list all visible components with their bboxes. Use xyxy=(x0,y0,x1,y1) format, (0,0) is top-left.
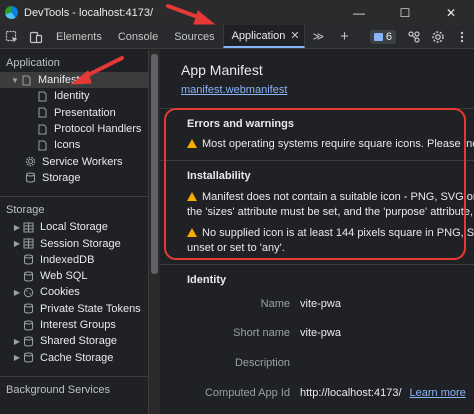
close-tab-icon[interactable]: ✕ xyxy=(290,29,299,42)
section-divider xyxy=(160,264,474,265)
issues-icon xyxy=(373,32,383,41)
sidebar-item-label: Interest Groups xyxy=(40,319,116,331)
sidebar-item-shared-storage[interactable]: ▶ Shared Storage xyxy=(0,333,148,349)
background-services-header: Background Services xyxy=(6,383,110,396)
expand-triangle-icon[interactable]: ▶ xyxy=(12,337,22,346)
sidebar-item-label: Cookies xyxy=(40,286,80,299)
application-section-header: Application xyxy=(6,57,60,69)
devtools-toolbar: Elements Console Sources Application ✕ ≫… xyxy=(0,25,474,49)
more-options-icon[interactable] xyxy=(450,25,474,49)
maximize-button[interactable]: ☐ xyxy=(382,0,428,25)
sidebar-item-label: Session Storage xyxy=(40,237,121,250)
sidebar-item-label: Icons xyxy=(54,139,81,152)
database-icon xyxy=(22,254,34,266)
more-tabs-icon[interactable]: ≫ xyxy=(305,25,333,48)
cookie-icon xyxy=(22,286,34,298)
minimize-button[interactable]: — xyxy=(336,0,382,25)
sidebar-item-identity[interactable]: Identity xyxy=(0,88,148,104)
grid-icon xyxy=(22,221,34,233)
sidebar-item-label: Storage xyxy=(42,171,81,184)
identity-header: Identity xyxy=(187,274,227,286)
window-title: DevTools - localhost:4173/ xyxy=(24,6,154,19)
short-name-label: Short name xyxy=(233,327,290,339)
sidebar-item-label: Identity xyxy=(54,90,90,103)
issues-badge[interactable]: 6 xyxy=(369,29,396,44)
close-window-button[interactable]: ✕ xyxy=(428,0,474,25)
sidebar-item-service-workers[interactable]: Service Workers xyxy=(0,153,148,169)
database-icon xyxy=(22,352,34,364)
sidebar-divider xyxy=(0,196,148,198)
sidebar-item-label: Protocol Handlers xyxy=(54,123,142,136)
sidebar-item-label: Local Storage xyxy=(40,221,108,234)
sidebar-item-label: IndexedDB xyxy=(40,253,95,266)
sidebar-item-label: Cache Storage xyxy=(40,351,114,364)
add-tab-icon[interactable]: + xyxy=(332,25,357,48)
issues-count: 6 xyxy=(385,30,392,43)
application-sidebar: Application ▼ Manifest Identity Presenta… xyxy=(0,50,148,414)
tab-application-label: Application xyxy=(231,29,286,42)
sidebar-item-session-storage[interactable]: ▶ Session Storage xyxy=(0,235,148,251)
name-value: vite-pwa xyxy=(300,298,341,310)
sidebar-scrollbar[interactable] xyxy=(148,50,160,414)
storage-section-header: Storage xyxy=(6,204,45,217)
file-icon xyxy=(36,90,48,102)
sidebar-item-icons[interactable]: Icons xyxy=(0,137,148,153)
sidebar-divider xyxy=(0,375,148,377)
sidebar-item-label: Presentation xyxy=(54,106,116,119)
sidebar-scroll-thumb[interactable] xyxy=(151,54,158,274)
short-name-value: vite-pwa xyxy=(300,327,341,339)
computed-app-id-label: Computed App Id xyxy=(204,387,290,399)
sidebar-item-indexeddb[interactable]: IndexedDB xyxy=(0,252,148,268)
sidebar-item-web-sql[interactable]: Web SQL xyxy=(0,268,148,284)
sidebar-item-protocol-handlers[interactable]: Protocol Handlers xyxy=(0,121,148,137)
sidebar-item-cookies[interactable]: ▶ Cookies xyxy=(0,284,148,300)
database-icon xyxy=(22,319,34,331)
database-icon xyxy=(22,335,34,347)
sidebar-item-private-state-tokens[interactable]: Private State Tokens xyxy=(0,301,148,317)
page-title: App Manifest xyxy=(181,62,263,78)
sidebar-item-label: Web SQL xyxy=(40,270,88,283)
sidebar-item-label: Private State Tokens xyxy=(40,302,141,315)
inspect-element-icon[interactable] xyxy=(0,25,24,49)
tab-elements[interactable]: Elements xyxy=(48,25,110,48)
sidebar-item-storage[interactable]: Storage xyxy=(0,170,148,186)
sidebar-item-cache-storage[interactable]: ▶ Cache Storage xyxy=(0,349,148,365)
database-icon xyxy=(22,270,34,282)
customize-icon[interactable] xyxy=(402,25,426,49)
expand-triangle-icon[interactable]: ▶ xyxy=(12,288,22,297)
database-icon xyxy=(24,172,36,184)
title-bar: DevTools - localhost:4173/ — ☐ ✕ xyxy=(0,0,474,25)
sidebar-item-presentation[interactable]: Presentation xyxy=(0,105,148,121)
expand-triangle-icon[interactable]: ▶ xyxy=(12,239,22,248)
sidebar-item-local-storage[interactable]: ▶ Local Storage xyxy=(0,219,148,235)
sidebar-item-label: Manifest xyxy=(38,74,80,87)
file-icon xyxy=(36,107,48,119)
expand-triangle-icon[interactable]: ▶ xyxy=(12,353,22,362)
name-label: Name xyxy=(260,298,290,310)
grid-icon xyxy=(22,238,34,250)
manifest-link[interactable]: manifest.webmanifest xyxy=(181,84,287,96)
tab-application[interactable]: Application ✕ xyxy=(222,25,305,48)
file-icon xyxy=(36,123,48,135)
edge-logo-icon xyxy=(5,6,18,19)
settings-gear-icon[interactable] xyxy=(426,25,450,49)
expand-triangle-icon[interactable]: ▶ xyxy=(12,223,22,232)
sidebar-item-manifest[interactable]: ▼ Manifest xyxy=(0,72,148,89)
annotation-highlight-box xyxy=(164,108,466,260)
sidebar-item-label: Shared Storage xyxy=(40,335,118,348)
sidebar-item-label: Service Workers xyxy=(42,155,123,168)
gear-icon xyxy=(24,156,36,168)
file-icon xyxy=(36,139,48,151)
file-icon xyxy=(20,74,32,86)
tab-console[interactable]: Console xyxy=(110,25,166,48)
tab-sources[interactable]: Sources xyxy=(166,25,222,48)
learn-more-link[interactable]: Learn more xyxy=(410,387,466,399)
database-icon xyxy=(22,303,34,315)
expand-triangle-icon[interactable]: ▼ xyxy=(10,76,20,85)
device-toolbar-icon[interactable] xyxy=(24,25,48,49)
sidebar-item-interest-groups[interactable]: Interest Groups xyxy=(0,317,148,333)
description-label: Description xyxy=(234,357,290,369)
computed-app-id-value: http://localhost:4173/Learn more xyxy=(300,387,466,399)
